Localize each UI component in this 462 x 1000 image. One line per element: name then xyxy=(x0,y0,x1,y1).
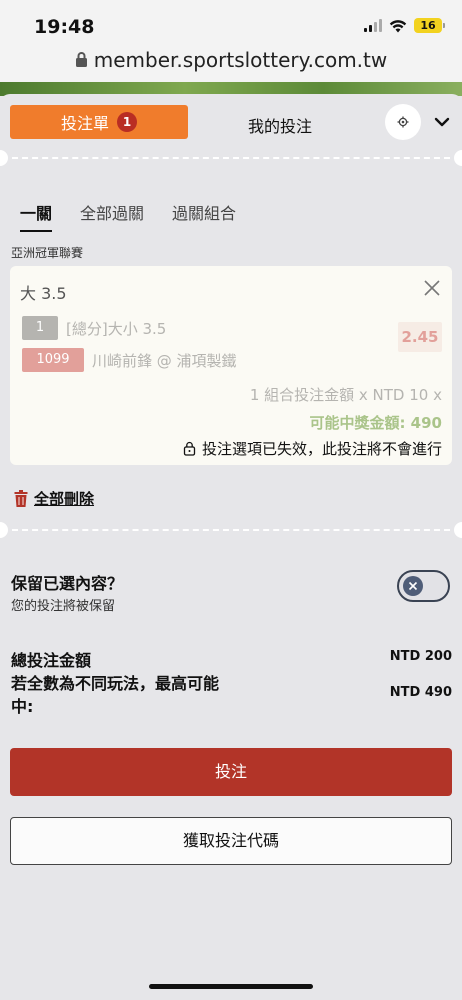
match-number: 1099 xyxy=(22,348,84,372)
settings-button[interactable] xyxy=(385,104,421,140)
bet-type-tabs: 一關 全部過關 過關組合 xyxy=(20,200,236,232)
retain-subtitle: 您的投注將被保留 xyxy=(11,599,116,614)
tab-bet-slip[interactable]: 投注單 1 xyxy=(10,105,188,139)
signal-icon xyxy=(364,19,382,32)
address-bar[interactable]: member.sportslottery.com.tw xyxy=(0,48,462,72)
tab-single[interactable]: 一關 xyxy=(20,200,53,232)
tab-all-parlay[interactable]: 全部過關 xyxy=(80,200,144,232)
invalid-notice-text: 投注選項已失效，此投注將不會進行 xyxy=(201,440,442,458)
chevron-down-icon[interactable] xyxy=(432,112,452,132)
lock-icon xyxy=(183,441,196,456)
bet-slip-tabbar: 投注單 1 我的投注 xyxy=(10,104,452,140)
bet-slip-panel: 投注單 1 我的投注 一關 全部過關 過關組合 亞洲冠軍聯賽 大 3.5 1 [… xyxy=(0,94,462,1000)
system-icons: 16 xyxy=(364,18,445,33)
invalid-notice: 投注選項已失效，此投注將不會進行 xyxy=(183,438,442,459)
stake-text: 1 組合投注金額 x NTD 10 x xyxy=(249,386,442,404)
gear-icon xyxy=(397,116,409,128)
league-name: 亞洲冠軍聯賽 xyxy=(11,246,84,260)
match-teams: 川崎前鋒 @ 浦項製鐵 xyxy=(92,352,237,370)
ticket-divider xyxy=(0,148,462,168)
retain-title: 保留已選內容？ xyxy=(11,574,124,593)
odds-value: 2.45 xyxy=(398,322,442,352)
potential-win: 可能中獎金額: 490 xyxy=(309,414,442,432)
ticket-divider xyxy=(0,520,462,540)
delete-all-label: 全部刪除 xyxy=(34,490,95,508)
market-description: [總分]大小 3.5 xyxy=(66,320,167,338)
get-bet-code-button[interactable]: 獲取投注代碼 xyxy=(10,817,452,865)
trash-icon xyxy=(14,490,28,507)
max-win-label: 若全數為不同玩法，最高可能中: xyxy=(11,674,220,716)
status-time: 19:48 xyxy=(34,16,95,38)
tab-my-bets[interactable]: 我的投注 xyxy=(220,113,340,137)
status-bar: 19:48 16 member.sportslottery.com.tw xyxy=(0,0,462,88)
tab-bet-slip-label: 投注單 xyxy=(60,114,109,133)
close-icon[interactable] xyxy=(422,278,442,298)
url-text: member.sportslottery.com.tw xyxy=(93,48,388,72)
battery-icon: 16 xyxy=(414,18,445,33)
bet-count-badge: 1 xyxy=(117,112,137,132)
delete-all-button[interactable]: 全部刪除 xyxy=(14,488,94,509)
tab-parlay-combo[interactable]: 過關組合 xyxy=(172,200,236,232)
close-icon xyxy=(408,581,418,591)
bet-card: 大 3.5 1 [總分]大小 3.5 2.45 1099 川崎前鋒 @ 浦項製鐵… xyxy=(10,266,452,465)
toggle-off-knob xyxy=(403,576,423,596)
total-stake-value: NTD 200 xyxy=(389,649,452,664)
total-stake-label: 總投注金額 xyxy=(11,651,92,670)
bet-selection-title: 大 3.5 xyxy=(20,284,67,303)
lock-icon xyxy=(75,52,87,67)
wifi-icon xyxy=(389,19,407,32)
retain-toggle[interactable] xyxy=(397,570,450,602)
home-indicator[interactable] xyxy=(149,984,313,989)
leg-number: 1 xyxy=(22,316,58,340)
place-bet-button[interactable]: 投注 xyxy=(10,748,452,796)
max-win-value: NTD 490 xyxy=(389,685,452,700)
